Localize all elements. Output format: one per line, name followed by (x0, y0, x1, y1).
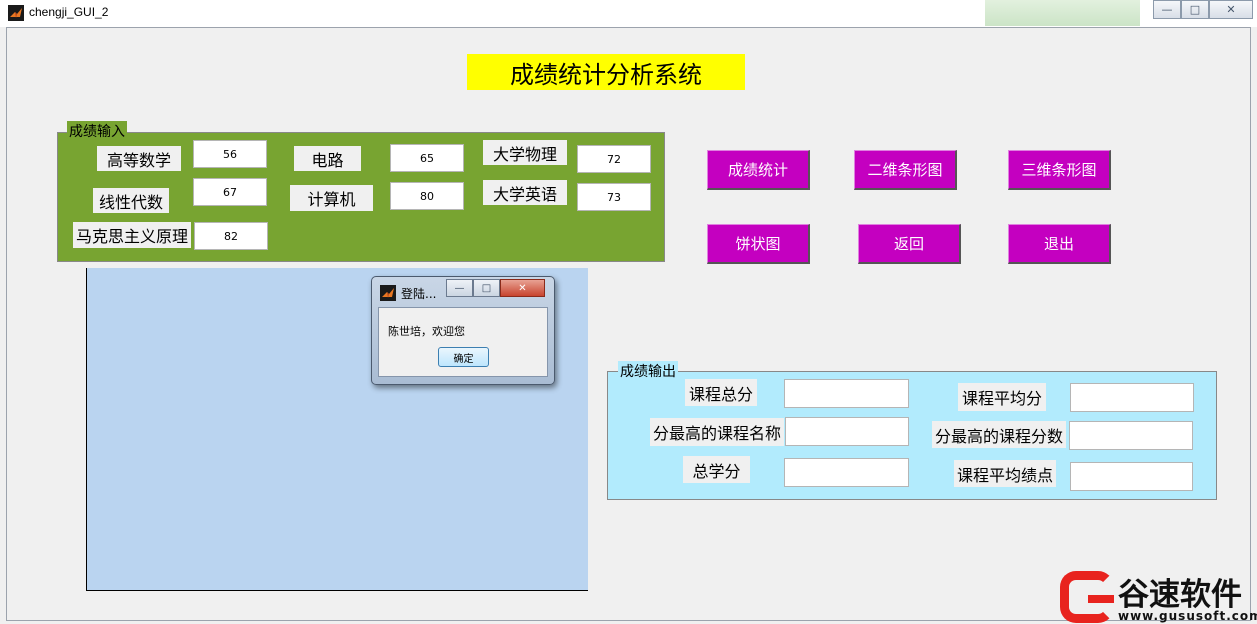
minimize-button[interactable]: — (1153, 0, 1181, 19)
label-total-credits: 总学分 (683, 456, 750, 483)
login-dialog: 登陆... — □ ✕ 陈世培，欢迎您 确定 (371, 276, 555, 385)
label-advanced-math: 高等数学 (97, 146, 181, 171)
gusu-logo-bar (1088, 595, 1114, 603)
window-titlebar: chengji_GUI_2 — □ ✕ (0, 0, 1257, 27)
input-english[interactable]: 73 (577, 183, 651, 211)
label-physics: 大学物理 (483, 140, 567, 165)
window-title: chengji_GUI_2 (29, 5, 109, 19)
label-marxism: 马克思主义原理 (73, 222, 191, 248)
label-total-score: 课程总分 (685, 379, 757, 406)
label-computer: 计算机 (290, 185, 373, 211)
output-average-gpa[interactable] (1070, 462, 1193, 491)
window-controls: — □ ✕ (1153, 0, 1253, 20)
input-circuits[interactable]: 65 (390, 144, 464, 172)
dialog-window-controls: — □ ✕ (446, 279, 545, 297)
input-linear-algebra[interactable]: 67 (193, 178, 267, 206)
stats-button[interactable]: 成绩统计 (707, 150, 810, 190)
label-average-gpa: 课程平均绩点 (954, 460, 1056, 487)
label-linear-algebra: 线性代数 (93, 188, 169, 213)
label-average-score: 课程平均分 (958, 383, 1046, 411)
label-top-course-score: 分最高的课程分数 (932, 421, 1066, 448)
input-advanced-math[interactable]: 56 (193, 140, 267, 168)
label-circuits: 电路 (294, 146, 361, 171)
label-english: 大学英语 (483, 180, 567, 205)
dialog-minimize-button[interactable]: — (446, 279, 473, 297)
output-top-course-name[interactable] (785, 417, 909, 446)
output-average-score[interactable] (1070, 383, 1194, 412)
dialog-maximize-button[interactable]: □ (473, 279, 500, 297)
label-top-course-name: 分最高的课程名称 (650, 418, 784, 446)
input-physics[interactable]: 72 (577, 145, 651, 173)
input-marxism[interactable]: 82 (194, 222, 268, 250)
matlab-icon (8, 5, 24, 21)
score-output-legend: 成绩输出 (618, 361, 678, 381)
matlab-icon (380, 285, 396, 301)
background-window-ghost (985, 0, 1140, 26)
bar3d-button[interactable]: 三维条形图 (1008, 150, 1111, 190)
input-computer[interactable]: 80 (390, 182, 464, 210)
score-input-legend: 成绩输入 (67, 121, 127, 141)
back-button[interactable]: 返回 (858, 224, 961, 264)
pie-button[interactable]: 饼状图 (707, 224, 810, 264)
exit-button[interactable]: 退出 (1008, 224, 1111, 264)
dialog-body: 陈世培，欢迎您 确定 (378, 307, 548, 377)
dialog-close-button[interactable]: ✕ (500, 279, 545, 297)
page-title: 成绩统计分析系统 (467, 54, 745, 90)
close-button[interactable]: ✕ (1209, 0, 1253, 19)
dialog-ok-button[interactable]: 确定 (438, 347, 489, 367)
output-top-course-score[interactable] (1069, 421, 1193, 450)
output-total-score[interactable] (784, 379, 909, 408)
dialog-message: 陈世培，欢迎您 (388, 325, 465, 338)
bar2d-button[interactable]: 二维条形图 (854, 150, 957, 190)
output-total-credits[interactable] (784, 458, 909, 487)
dialog-title: 登陆... (401, 287, 437, 301)
watermark-url: www.gususoft.com (1118, 609, 1257, 623)
maximize-button[interactable]: □ (1181, 0, 1209, 19)
watermark-text: 谷速软件 (1118, 577, 1242, 613)
